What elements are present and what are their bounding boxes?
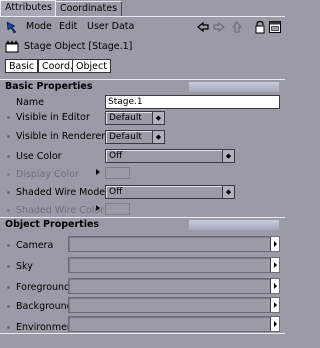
animation-dot-icon[interactable] bbox=[7, 209, 10, 212]
dropdown-arrows-icon[interactable]: ◆ bbox=[222, 186, 234, 198]
visible-editor-label: Visible in Editor bbox=[16, 112, 90, 123]
animation-dot-icon[interactable] bbox=[7, 135, 10, 138]
tab-strip: Attributes Coordinates bbox=[0, 0, 285, 16]
name-label: Name bbox=[16, 97, 45, 108]
dropdown-arrows-icon[interactable]: ◆ bbox=[152, 112, 164, 124]
expand-arrow-icon[interactable] bbox=[96, 169, 100, 175]
animation-dot-icon[interactable] bbox=[7, 244, 10, 247]
visible-renderer-label: Visible in Renderer bbox=[16, 131, 106, 142]
camera-link-field[interactable] bbox=[68, 236, 280, 252]
link-menu-button[interactable] bbox=[270, 279, 279, 293]
link-menu-button[interactable] bbox=[270, 298, 279, 312]
basic-properties-title: Basic Properties bbox=[5, 81, 93, 92]
link-menu-button[interactable] bbox=[270, 258, 279, 272]
bottom-border bbox=[0, 333, 285, 348]
object-properties-title: Object Properties bbox=[5, 219, 100, 230]
object-header: Stage Object [Stage.1] bbox=[0, 38, 285, 56]
selection-arrow-icon[interactable] bbox=[5, 20, 19, 34]
sky-link-field[interactable] bbox=[68, 257, 280, 273]
display-color-swatch[interactable] bbox=[105, 167, 130, 179]
display-color-label: Display Color bbox=[16, 169, 79, 180]
tab-attributes[interactable]: Attributes bbox=[0, 0, 57, 16]
forward-arrow-icon[interactable] bbox=[212, 20, 226, 34]
lock-icon[interactable] bbox=[253, 20, 267, 34]
new-window-icon[interactable] bbox=[268, 20, 282, 34]
stage-object-icon bbox=[5, 40, 19, 53]
tab-coordinates[interactable]: Coordinates bbox=[55, 1, 123, 16]
visible-renderer-value: Default bbox=[109, 132, 142, 142]
camera-label: Camera bbox=[16, 240, 54, 251]
animation-dot-icon[interactable] bbox=[7, 265, 10, 268]
subtab-object[interactable]: Object bbox=[72, 59, 111, 73]
section-collapse-bar[interactable] bbox=[189, 82, 279, 92]
menu-user-data[interactable]: User Data bbox=[87, 21, 134, 32]
background-label: Background bbox=[16, 301, 73, 312]
animation-dot-icon[interactable] bbox=[7, 286, 10, 289]
shaded-wire-mode-value: Off bbox=[109, 187, 123, 197]
animation-dot-icon[interactable] bbox=[7, 305, 10, 308]
shaded-wire-color-swatch[interactable] bbox=[105, 203, 130, 215]
animation-dot-icon[interactable] bbox=[7, 173, 10, 176]
animation-dot-icon[interactable] bbox=[7, 191, 10, 194]
shaded-wire-color-label: Shaded Wire Color bbox=[16, 205, 104, 216]
animation-dot-icon[interactable] bbox=[7, 116, 10, 119]
section-collapse-bar[interactable] bbox=[189, 220, 279, 230]
use-color-label: Use Color bbox=[16, 151, 62, 162]
link-menu-button[interactable] bbox=[270, 237, 279, 251]
basic-properties-header[interactable]: Basic Properties bbox=[0, 79, 285, 93]
animation-dot-icon[interactable] bbox=[7, 326, 10, 329]
use-color-dropdown[interactable]: Off ◆ bbox=[105, 149, 235, 163]
object-title: Stage Object [Stage.1] bbox=[24, 41, 133, 52]
shaded-wire-mode-label: Shaded Wire Mode bbox=[16, 187, 106, 198]
menu-bar: Mode Edit User Data bbox=[0, 16, 285, 36]
background-link-field[interactable] bbox=[68, 297, 280, 313]
use-color-value: Off bbox=[109, 151, 123, 161]
menu-edit[interactable]: Edit bbox=[59, 21, 77, 32]
up-arrow-icon[interactable] bbox=[230, 20, 244, 34]
dropdown-arrows-icon[interactable]: ◆ bbox=[152, 131, 164, 143]
subtab-basic[interactable]: Basic bbox=[5, 59, 39, 73]
back-arrow-icon[interactable] bbox=[196, 20, 210, 34]
name-field[interactable]: Stage.1 bbox=[105, 95, 280, 109]
animation-dot-icon[interactable] bbox=[7, 155, 10, 158]
menu-mode[interactable]: Mode bbox=[26, 21, 52, 32]
object-properties-header[interactable]: Object Properties bbox=[0, 217, 285, 231]
visible-editor-dropdown[interactable]: Default ◆ bbox=[105, 111, 165, 125]
dropdown-arrows-icon[interactable]: ◆ bbox=[222, 150, 234, 162]
visible-editor-value: Default bbox=[109, 113, 142, 123]
foreground-label: Foreground bbox=[16, 282, 71, 293]
foreground-link-field[interactable] bbox=[68, 278, 280, 294]
visible-renderer-dropdown[interactable]: Default ◆ bbox=[105, 130, 165, 144]
shaded-wire-mode-dropdown[interactable]: Off ◆ bbox=[105, 185, 235, 199]
expand-arrow-icon[interactable] bbox=[96, 205, 100, 211]
environment-link-field[interactable] bbox=[68, 316, 280, 332]
sky-label: Sky bbox=[16, 261, 33, 272]
link-menu-button[interactable] bbox=[270, 317, 279, 331]
